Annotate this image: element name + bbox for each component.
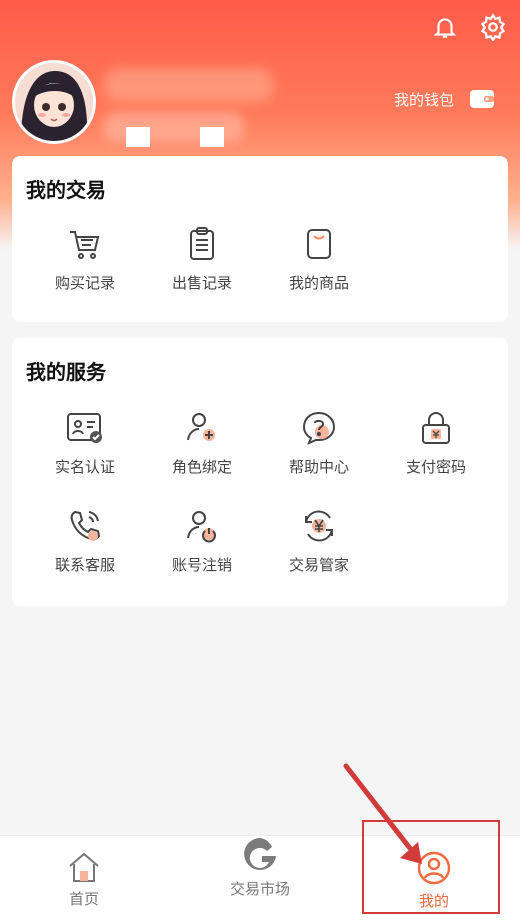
sale-records-label: 出售记录 xyxy=(171,274,232,292)
account-cancel-label: 账号注销 xyxy=(171,556,232,574)
my-products-item[interactable]: 我的商品 xyxy=(264,224,374,293)
real-name-auth-label: 实名认证 xyxy=(54,458,115,476)
bell-icon[interactable] xyxy=(430,12,460,42)
my-trade-card: 我的交易 购买记录 出售记录 我的商品 xyxy=(12,156,508,322)
wallet-label: 我的钱包 xyxy=(393,90,454,109)
help-icon xyxy=(299,408,339,448)
contact-service-item[interactable]: 联系客服 xyxy=(30,506,140,575)
payment-password-item[interactable]: 支付密码 xyxy=(381,408,491,477)
payment-password-label: 支付密码 xyxy=(405,458,466,476)
nav-market[interactable]: 交易市场 xyxy=(210,834,310,899)
purchase-records-label: 购买记录 xyxy=(54,274,115,292)
purchase-records-item[interactable]: 购买记录 xyxy=(30,224,140,293)
annotation-arrow xyxy=(343,763,422,864)
account-cancel-item[interactable]: 账号注销 xyxy=(147,506,257,575)
blur-patch xyxy=(126,127,150,147)
trade-steward-label: 交易管家 xyxy=(288,556,349,574)
bag-icon xyxy=(299,224,339,264)
wallet-icon xyxy=(468,86,496,112)
real-name-auth-item[interactable]: 实名认证 xyxy=(30,408,140,477)
nav-market-label: 交易市场 xyxy=(229,880,290,898)
id-card-icon xyxy=(65,408,105,448)
market-logo-icon xyxy=(244,838,276,870)
lock-icon xyxy=(416,408,456,448)
avatar[interactable] xyxy=(12,60,96,144)
nav-home-label: 首页 xyxy=(68,890,99,908)
clipboard-icon xyxy=(182,224,222,264)
trade-steward-item[interactable]: 交易管家 xyxy=(264,506,374,575)
my-service-title: 我的服务 xyxy=(26,360,106,384)
my-products-label: 我的商品 xyxy=(288,274,349,292)
user-power-icon xyxy=(182,506,222,546)
my-service-card: 我的服务 实名认证 角色绑定 帮助中心 支付密码 联系客服 账号注销 交易管家 xyxy=(12,338,508,606)
nav-home[interactable]: 首页 xyxy=(34,850,134,909)
username-blurred xyxy=(104,68,274,102)
blur-patch xyxy=(200,127,224,147)
header-actions xyxy=(430,12,508,42)
help-center-item[interactable]: 帮助中心 xyxy=(264,408,374,477)
role-binding-label: 角色绑定 xyxy=(171,458,232,476)
cart-icon xyxy=(65,224,105,264)
contact-service-label: 联系客服 xyxy=(54,556,115,574)
yen-cycle-icon xyxy=(299,506,339,546)
wallet-button[interactable]: 我的钱包 xyxy=(394,86,496,112)
gear-icon[interactable] xyxy=(478,12,508,42)
role-binding-item[interactable]: 角色绑定 xyxy=(147,408,257,477)
user-link-icon xyxy=(182,408,222,448)
help-center-label: 帮助中心 xyxy=(288,458,349,476)
my-trade-title: 我的交易 xyxy=(26,178,106,202)
home-icon xyxy=(69,852,99,882)
phone-icon xyxy=(65,506,105,546)
sale-records-item[interactable]: 出售记录 xyxy=(147,224,257,293)
